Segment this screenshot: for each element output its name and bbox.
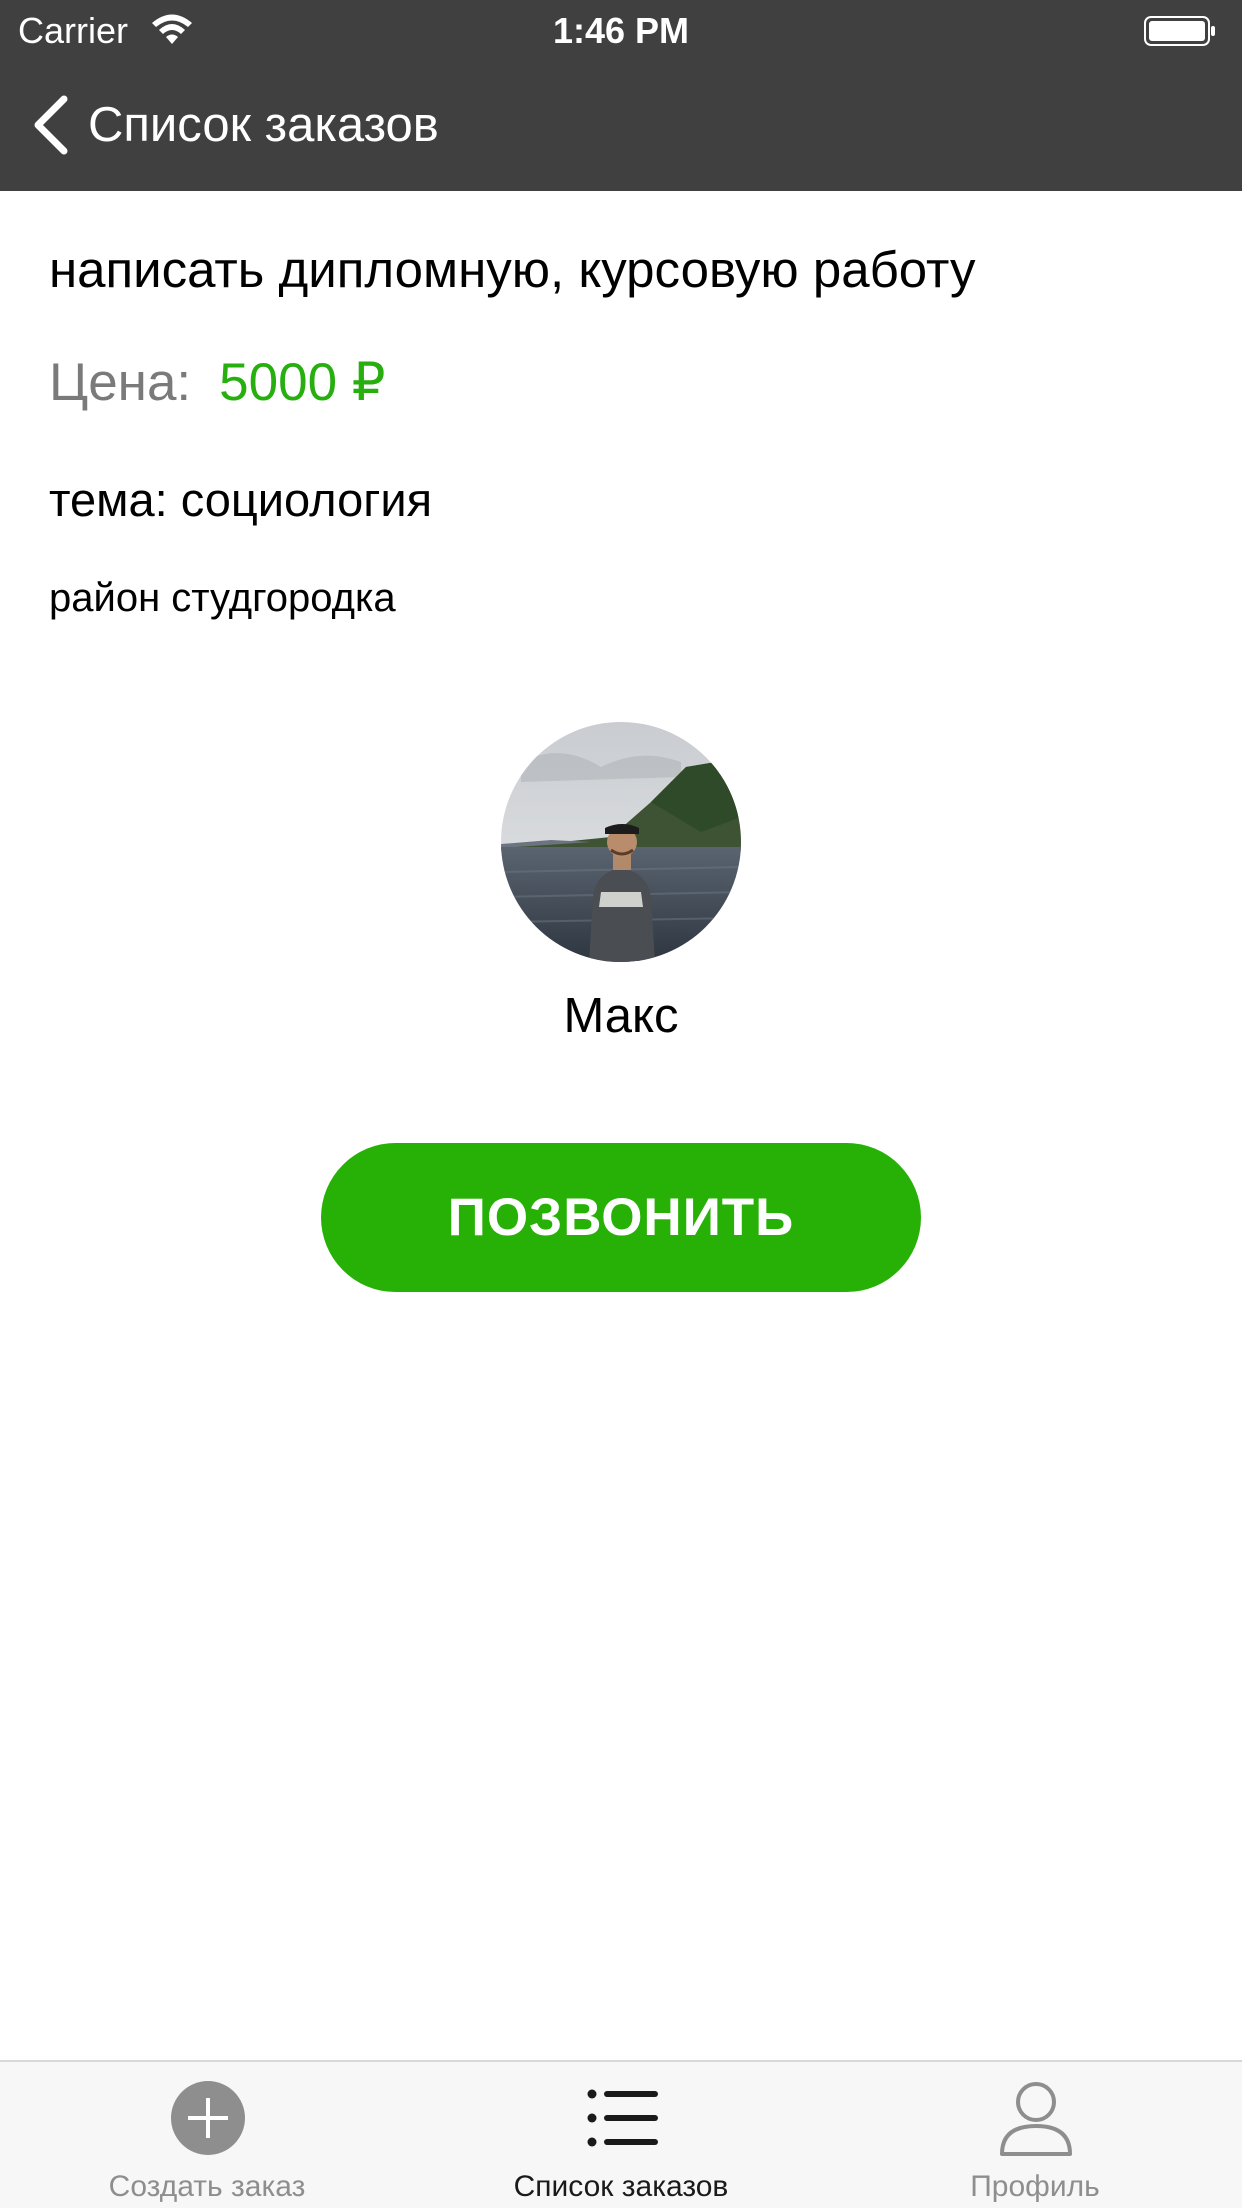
tab-order-list[interactable]: Список заказов bbox=[414, 2062, 828, 2208]
list-icon bbox=[587, 2089, 658, 2147]
order-district: район студгородка bbox=[49, 576, 396, 620]
chevron-left-icon bbox=[34, 95, 68, 155]
tab-create-order-label: Создать заказ bbox=[108, 2170, 306, 2203]
order-detail-screen: Carrier 1:46 PM Список заказов написать bbox=[0, 0, 1242, 2208]
tab-profile[interactable]: Профиль bbox=[828, 2062, 1242, 2208]
tab-create-order[interactable]: Создать заказ bbox=[0, 2062, 414, 2208]
call-button[interactable]: ПОЗВОНИТЬ bbox=[321, 1143, 921, 1292]
person-icon bbox=[1000, 2082, 1072, 2156]
price-label: Цена: bbox=[49, 353, 192, 412]
customer-name: Макс bbox=[563, 989, 679, 1043]
price-row: Цена: 5000 ₽ bbox=[49, 352, 386, 413]
order-topic: тема: социология bbox=[49, 473, 433, 526]
header: Carrier 1:46 PM Список заказов bbox=[0, 0, 1242, 191]
tab-bar: Создать заказ Список заказов Профиль bbox=[0, 2060, 1242, 2208]
back-button-label: Список заказов bbox=[88, 98, 439, 152]
back-button[interactable]: Список заказов bbox=[30, 88, 439, 162]
status-time: 1:46 PM bbox=[552, 10, 690, 51]
status-bar: Carrier 1:46 PM bbox=[0, 0, 1242, 60]
navigation-bar: Список заказов bbox=[0, 60, 1242, 191]
avatar-photo bbox=[501, 722, 741, 962]
battery-icon bbox=[1144, 16, 1215, 46]
customer-avatar bbox=[501, 722, 741, 962]
tab-profile-label: Профиль bbox=[970, 2170, 1100, 2203]
order-title: написать дипломную, курсовую работу bbox=[49, 241, 976, 298]
price-value: 5000 ₽ bbox=[219, 353, 386, 412]
tab-order-list-label: Список заказов bbox=[513, 2170, 729, 2203]
plus-circle-icon bbox=[171, 2081, 245, 2155]
